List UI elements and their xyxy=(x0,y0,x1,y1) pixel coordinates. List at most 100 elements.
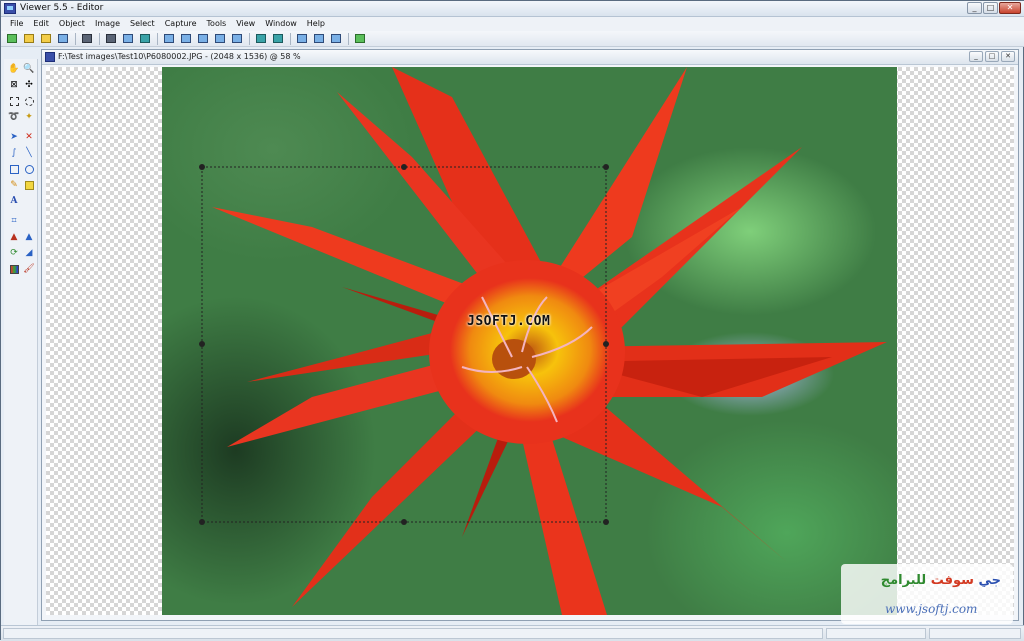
toolbar-separator xyxy=(99,32,100,45)
menu-file[interactable]: File xyxy=(5,17,28,31)
text-tool[interactable]: A xyxy=(8,195,20,207)
crosshair-icon: ⊠ xyxy=(10,79,18,90)
levels-tool[interactable]: ▲ xyxy=(8,231,20,243)
pencil-tool[interactable]: ✎ xyxy=(8,179,20,191)
menu-image[interactable]: Image xyxy=(90,17,125,31)
open-button[interactable] xyxy=(22,33,36,45)
close-button[interactable]: ✕ xyxy=(999,2,1021,14)
view-mode-button-4[interactable] xyxy=(213,33,227,45)
watermark-url: www.jsoftj.com xyxy=(885,602,978,616)
toolbar-separator xyxy=(290,32,291,45)
rect-select-tool[interactable] xyxy=(8,95,20,107)
menu-edit[interactable]: Edit xyxy=(28,17,54,31)
crop-icon: ⌗ xyxy=(11,215,17,226)
view-mode-button-2[interactable] xyxy=(179,33,193,45)
palette-icon xyxy=(9,264,19,274)
menu-capture[interactable]: Capture xyxy=(160,17,202,31)
rect-select-icon xyxy=(9,96,19,106)
open-icon xyxy=(24,34,34,43)
note-icon xyxy=(24,180,34,190)
menu-bar: File Edit Object Image Select Capture To… xyxy=(1,17,1024,31)
document-title-bar: F:\Test images\Test10\P6080002.JPG - (20… xyxy=(42,50,1018,65)
flower-core xyxy=(492,339,536,379)
crop-icon xyxy=(256,34,266,43)
cascade-icon xyxy=(297,34,307,43)
ellipse-select-icon xyxy=(24,96,34,106)
document-icon xyxy=(45,52,55,62)
delete-tool[interactable]: ✕ xyxy=(23,131,35,143)
tile-horizontal-button[interactable] xyxy=(312,33,326,45)
help-button[interactable] xyxy=(353,33,367,45)
crop-button[interactable] xyxy=(254,33,268,45)
zoom-tool[interactable]: 🔍 xyxy=(23,63,35,75)
brush-tool[interactable]: 🖌 xyxy=(23,263,35,275)
paste-button[interactable] xyxy=(138,33,152,45)
rectangle-tool[interactable] xyxy=(8,163,20,175)
pointer-tool[interactable]: ➤ xyxy=(8,131,20,143)
site-watermark: جي سوفت للبرامج www.jsoftj.com xyxy=(841,564,1013,624)
doc-close-button[interactable]: ✕ xyxy=(1001,51,1015,62)
rectangle-icon xyxy=(9,164,19,174)
menu-help[interactable]: Help xyxy=(302,17,330,31)
minimize-button[interactable]: _ xyxy=(967,2,982,14)
pan-tool[interactable]: ✣ xyxy=(23,79,35,91)
mountain-icon: ▲ xyxy=(10,231,18,242)
crosshair-tool[interactable]: ⊠ xyxy=(8,79,20,91)
tile-vertical-icon xyxy=(331,34,341,43)
ellipse-select-tool[interactable] xyxy=(23,95,35,107)
hand-tool[interactable]: ✋ xyxy=(8,63,20,75)
move-icon: ✣ xyxy=(25,79,33,90)
status-info-cell xyxy=(826,628,926,639)
mountain-blue-icon: ▲ xyxy=(25,231,33,242)
magic-wand-icon: ✦ xyxy=(25,111,33,122)
status-message-cell xyxy=(3,628,823,639)
window-title: Viewer 5.5 - Editor xyxy=(20,3,104,13)
new-button[interactable] xyxy=(5,33,19,45)
curves-tool[interactable]: ▲ xyxy=(23,231,35,243)
note-tool[interactable] xyxy=(23,179,35,191)
tool-palette: ✋ 🔍 ⊠ ✣ ➰ ✦ ➤ ✕ ∫ ╲ ✎ A ⌗ ▲ ▲ ⟳ ◢ 🖌 xyxy=(4,59,38,629)
ellipse-tool[interactable] xyxy=(23,163,35,175)
view-mode-button-5[interactable] xyxy=(230,33,244,45)
copy-icon xyxy=(123,34,133,43)
open-folder-button[interactable] xyxy=(39,33,53,45)
chart-tool[interactable]: ◢ xyxy=(23,247,35,259)
toolbar-separator xyxy=(75,32,76,45)
curve-icon: ∫ xyxy=(11,147,17,158)
editor-window: Viewer 5.5 - Editor _ □ ✕ File Edit Obje… xyxy=(0,0,1024,641)
color-tool[interactable] xyxy=(8,263,20,275)
monitor-icon xyxy=(181,34,191,43)
document-window: F:\Test images\Test10\P6080002.JPG - (20… xyxy=(41,49,1019,621)
crop-tool[interactable]: ⌗ xyxy=(8,215,20,227)
print-button[interactable] xyxy=(80,33,94,45)
image-canvas[interactable]: JSOFTJ.COM xyxy=(46,67,1014,615)
watermark-arabic-word-2: سوفت xyxy=(930,573,974,588)
menu-object[interactable]: Object xyxy=(54,17,90,31)
text-icon: A xyxy=(10,195,18,206)
menu-tools[interactable]: Tools xyxy=(202,17,232,31)
doc-maximize-button[interactable]: □ xyxy=(985,51,999,62)
tile-vertical-button[interactable] xyxy=(329,33,343,45)
rotate-tool[interactable]: ⟳ xyxy=(8,247,20,259)
hand-icon: ✋ xyxy=(8,63,20,74)
menu-view[interactable]: View xyxy=(231,17,260,31)
cascade-button[interactable] xyxy=(295,33,309,45)
lasso-icon: ➰ xyxy=(8,111,20,122)
monitor-icon xyxy=(215,34,225,43)
view-mode-button-1[interactable] xyxy=(162,33,176,45)
cut-button[interactable] xyxy=(104,33,118,45)
copy-button[interactable] xyxy=(121,33,135,45)
magic-wand-tool[interactable]: ✦ xyxy=(23,111,35,123)
resize-button[interactable] xyxy=(271,33,285,45)
doc-minimize-button[interactable]: _ xyxy=(969,51,983,62)
lasso-tool[interactable]: ➰ xyxy=(8,111,20,123)
menu-select[interactable]: Select xyxy=(125,17,160,31)
watermark-arabic-word-3: للبرامج xyxy=(880,573,927,588)
view-mode-button-3[interactable] xyxy=(196,33,210,45)
maximize-button[interactable]: □ xyxy=(983,2,998,14)
pointer-icon: ➤ xyxy=(10,131,18,142)
curve-tool[interactable]: ∫ xyxy=(8,147,20,159)
line-tool[interactable]: ╲ xyxy=(23,147,35,159)
menu-window[interactable]: Window xyxy=(260,17,302,31)
save-button[interactable] xyxy=(56,33,70,45)
